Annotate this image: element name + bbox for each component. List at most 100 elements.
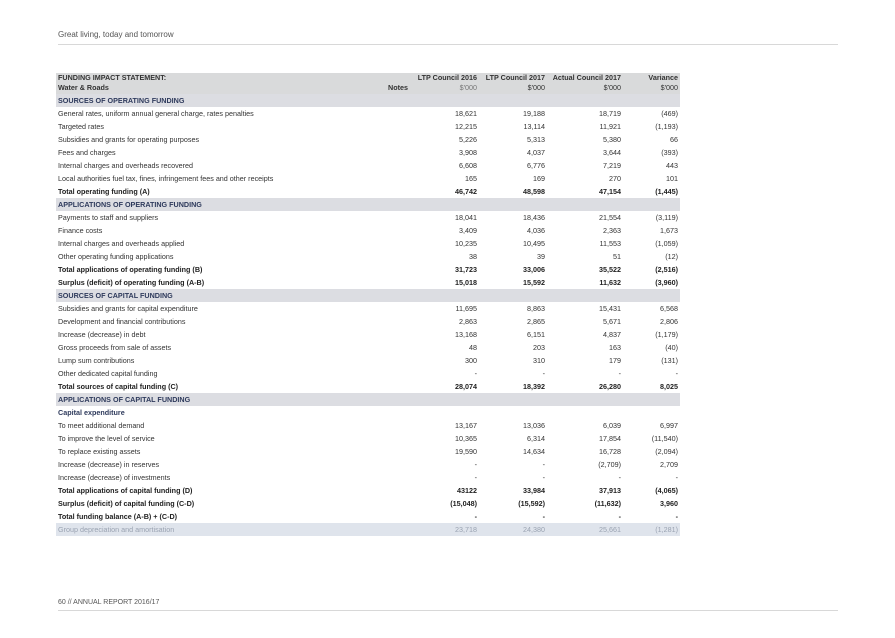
notes-cell [372,276,410,289]
table-row: Payments to staff and suppliers 18,041 18,… [56,211,680,224]
ltp-2017-value: (15,592) [518,499,545,508]
ltp-2016-value: (15,048) [450,499,477,508]
actual-2017-value: 26,280 [599,382,621,391]
variance-value: (1,059) [655,239,678,248]
variance-value: 6,997 [660,421,678,430]
ltp-2017-value: 310 [533,356,545,365]
ltp-2017-value: 10,495 [523,239,545,248]
ltp-2016-value: 15,018 [455,278,477,287]
table-row: Total funding balance (A-B) + (C-D) - - - - [56,510,680,523]
variance-value: 2,709 [660,460,678,469]
variance-value: (11,540) [651,434,678,443]
notes-cell [372,237,410,250]
actual-2017-value: 11,921 [599,122,621,131]
variance-value: 6,568 [660,304,678,313]
variance-value: (131) [661,356,678,365]
notes-column-header: Notes [372,83,410,94]
ltp-2016-value: - [474,473,477,482]
footer-divider [58,610,838,611]
ltp-2016-value: 18,041 [455,213,477,222]
section-header-row: SOURCES OF OPERATING FUNDING [56,94,680,107]
actual-2017-value: 18,719 [599,109,621,118]
ltp-2016-value: 13,167 [455,421,477,430]
ltp-2016-value: 43122 [457,486,477,495]
ltp-2017-value: 39 [537,252,545,261]
statement-subtitle: Water & Roads [56,83,372,94]
variance-value: - [675,512,678,521]
notes-cell [372,354,410,367]
row-label: Finance costs [58,226,103,235]
ltp-2016-value: 5,226 [459,135,477,144]
row-label: Increase (decrease) in reserves [58,460,160,469]
ltp-2016-value [410,406,479,419]
funding-impact-statement-table: FUNDING IMPACT STATEMENT: LTP Council 20… [56,73,680,536]
ltp-2017-value: 4,036 [527,226,545,235]
table-row: Other operating funding applications 38 39… [56,250,680,263]
variance-value: (1,445) [655,187,678,196]
row-label: To replace existing assets [58,447,141,456]
ltp-2016-value: 12,215 [455,122,477,131]
section-header-row: APPLICATIONS OF CAPITAL FUNDING [56,393,680,406]
ltp-2017-value: - [542,460,545,469]
row-label: Gross proceeds from sale of assets [58,343,172,352]
ltp-2017-value: 15,592 [523,278,545,287]
ltp-2017-value: 13,114 [523,122,545,131]
ltp-2017-value: - [542,369,545,378]
variance-value: (3,119) [655,213,678,222]
page-footer: 60 // ANNUAL REPORT 2016/17 [58,599,160,606]
notes-cell [372,458,410,471]
ltp-2016-value: 300 [465,356,477,365]
actual-2017-value: 179 [609,356,621,365]
table-row: Subsidies and grants for capital expendi… [56,302,680,315]
row-label: Fees and charges [58,148,116,157]
variance-value: 443 [666,161,678,170]
ltp-2016-value: 11,695 [455,304,477,313]
variance-value: - [675,369,678,378]
ltp-2017-value: 6,776 [527,161,545,170]
ltp-2016-value: 2,863 [459,317,477,326]
ltp-2017-value: 33,984 [523,486,545,495]
actual-2017-value: 11,553 [599,239,621,248]
column-header-ltp-2017: LTP Council 2017 [479,73,547,83]
variance-value: (40) [665,343,678,352]
table-row: To meet additional demand 13,167 13,036 6,0… [56,419,680,432]
table-row: Other dedicated capital funding - - - - [56,367,680,380]
actual-2017-value: 25,661 [547,523,623,536]
table-row: General rates, uniform annual general ch… [56,107,680,120]
table-row: Internal charges and overheads applied 10… [56,237,680,250]
table-row: Group depreciation and amortisation 23,71… [56,523,680,536]
actual-2017-value: (11,632) [594,499,621,508]
notes-cell [372,133,410,146]
row-label: Other dedicated capital funding [58,369,158,378]
actual-2017-value: 35,522 [599,265,621,274]
variance-value: (1,281) [623,523,680,536]
ltp-2016-value: 10,365 [455,434,477,443]
actual-2017-value: 21,554 [599,213,621,222]
variance-value: (1,193) [655,122,678,131]
ltp-2017-value: 48,598 [523,187,545,196]
actual-2017-value: 16,728 [599,447,621,456]
table-row: Finance costs 3,409 4,036 2,363 1,673 [56,224,680,237]
unit-variance: $'000 [623,83,680,94]
ltp-2016-value: 28,074 [455,382,477,391]
notes-cell [372,484,410,497]
table-row: To replace existing assets 19,590 14,634 16… [56,445,680,458]
row-label: Other operating funding applications [58,252,174,261]
variance-value: 101 [666,174,678,183]
column-header-actual-2017: Actual Council 2017 [547,73,623,83]
table-row: Surplus (deficit) of capital funding (C-… [56,497,680,510]
table-row: Total sources of capital funding (C) 28,0… [56,380,680,393]
statement-title: FUNDING IMPACT STATEMENT: [56,73,372,83]
notes-cell [372,107,410,120]
actual-2017-value [547,406,623,419]
ltp-2017-value: 2,865 [527,317,545,326]
table-row: Surplus (deficit) of operating funding (… [56,276,680,289]
row-label: APPLICATIONS OF CAPITAL FUNDING [56,393,372,406]
table-row: Subsidies and grants for operating purpo… [56,133,680,146]
table-row: Local authorities fuel tax, fines, infri… [56,172,680,185]
actual-2017-value: 37,913 [599,486,621,495]
row-label: To meet additional demand [58,421,145,430]
row-label: Total applications of operating funding … [58,265,203,274]
ltp-2016-value [410,393,479,406]
notes-cell [372,471,410,484]
